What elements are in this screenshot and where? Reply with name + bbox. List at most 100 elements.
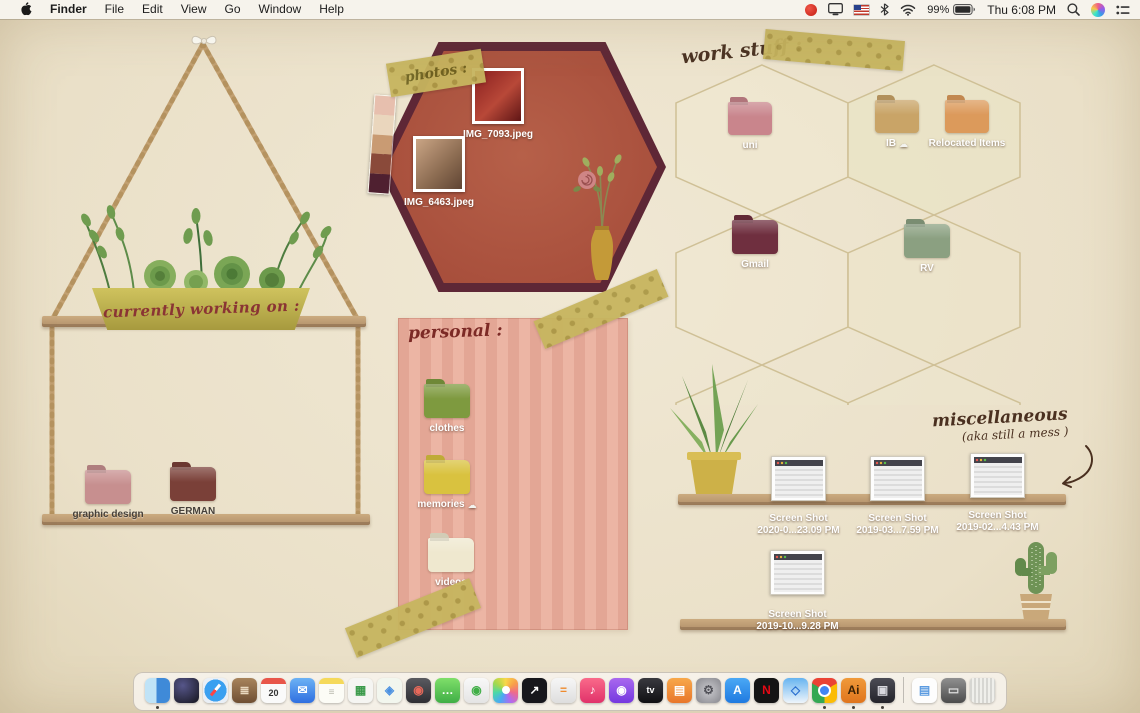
dock-siri-icon[interactable] — [173, 677, 200, 703]
wifi-icon[interactable] — [900, 4, 916, 16]
folder-icon — [732, 220, 778, 254]
dock-journal-icon[interactable]: ≣ — [231, 677, 258, 703]
dock-messages-icon[interactable]: … — [434, 677, 461, 703]
folder-memories[interactable]: memories ☁ — [397, 454, 497, 511]
dock-music-icon[interactable]: ♪ — [579, 677, 606, 703]
spotlight-icon[interactable] — [1067, 3, 1080, 16]
folder-icon — [875, 100, 919, 133]
file-label: Screen Shot 2019-02...4.43 PM — [956, 510, 1038, 534]
dock-trash-icon[interactable] — [969, 677, 996, 703]
folder-german[interactable]: GERMAN — [148, 461, 238, 518]
file-img-6463[interactable]: IMG_6463.jpeg — [392, 136, 486, 209]
menu-status-area: 99% Thu 6:08 PM — [805, 2, 1130, 17]
folder-clothes[interactable]: clothes — [397, 378, 497, 435]
folder-label-text: IB — [886, 138, 896, 149]
dock-photos-icon[interactable] — [492, 677, 519, 703]
icloud-icon: ☁ — [467, 499, 477, 510]
file-screenshot-2[interactable]: Screen Shot 2019-03...7.59 PM — [850, 456, 945, 537]
folder-relocated-items[interactable]: Relocated Items — [917, 94, 1017, 150]
folder-label: memories ☁ — [417, 499, 476, 511]
folder-icon — [85, 470, 131, 504]
folder-label: Relocated Items — [928, 138, 1006, 149]
dock-pages-document-icon[interactable]: ▤ — [911, 677, 938, 703]
red-app-menu-icon[interactable] — [805, 3, 818, 16]
siri-icon[interactable] — [1091, 2, 1105, 17]
battery-status[interactable]: 99% — [927, 4, 976, 16]
dock-safari-icon[interactable] — [202, 677, 229, 703]
dock-finder-icon[interactable] — [144, 677, 171, 709]
file-label-line: 2019-02...4.43 PM — [956, 522, 1039, 533]
menu-edit[interactable]: Edit — [133, 0, 172, 19]
dock-blue-doc-app-icon[interactable]: ◇ — [782, 677, 809, 703]
dock-minimized-window-icon[interactable]: ▭ — [940, 677, 967, 703]
dock-photo-booth-icon[interactable]: ◉ — [405, 677, 432, 703]
file-screenshot-4[interactable]: Screen Shot 2019-10...9.28 PM — [750, 550, 845, 633]
dock-facetime-icon[interactable]: ◉ — [463, 677, 490, 703]
folder-uni[interactable]: uni — [705, 96, 795, 152]
menu-clock[interactable]: Thu 6:08 PM — [987, 3, 1056, 17]
screenshot-thumbnail — [771, 456, 826, 501]
app-menu-finder[interactable]: Finder — [41, 0, 96, 19]
bluetooth-icon[interactable] — [880, 3, 889, 16]
folder-graphic-design[interactable]: graphic design — [62, 464, 154, 521]
dock-notes-icon[interactable]: ≡ — [318, 677, 345, 703]
folder-icon — [904, 224, 950, 258]
screenshot-thumbnail — [770, 550, 825, 595]
arrow-doodle-icon — [1062, 445, 1093, 488]
dock-numbers-icon[interactable]: ▦ — [347, 677, 374, 703]
folder-label: GERMAN — [170, 506, 216, 517]
screenshot-thumbnail — [970, 453, 1025, 498]
file-screenshot-1[interactable]: Screen Shot 2020-0...23.09 PM — [751, 456, 846, 537]
folder-icon — [945, 100, 989, 133]
folder-icon — [424, 384, 470, 418]
dock-illustrator-icon[interactable]: Ai — [840, 677, 867, 709]
display-menu-icon[interactable] — [828, 3, 844, 16]
dock-system-preferences-icon[interactable]: ⚙ — [695, 677, 722, 703]
file-screenshot-3[interactable]: Screen Shot 2019-02...4.43 PM — [950, 453, 1045, 534]
dock-books-icon[interactable]: ▤ — [666, 677, 693, 703]
dock-maps-icon[interactable]: ◈ — [376, 677, 403, 703]
menu-file[interactable]: File — [96, 0, 133, 19]
plants-decoration — [81, 205, 332, 294]
dock-divider — [903, 677, 904, 703]
dock: ≣ 20 ✉ ≡ ▦ ◈ ◉… ◉ ↗ = ♪ ◉ tv ▤ ⚙ A N ◇ Ai ▣ ▤ ▭ — [133, 672, 1007, 711]
apple-menu-icon[interactable] — [10, 2, 41, 17]
folder-label: uni — [742, 140, 758, 151]
file-label-line: 2019-10...9.28 PM — [756, 621, 839, 632]
aloe-plant-decoration — [670, 364, 758, 494]
battery-percent: 99% — [927, 3, 950, 16]
menu-help[interactable]: Help — [310, 0, 353, 19]
file-label: Screen Shot 2019-10...9.28 PM — [756, 609, 838, 633]
planter-banner: currently working on : — [92, 288, 310, 330]
personal-heading: personal : — [407, 320, 503, 344]
misc-heading: miscellaneous (aka still a mess ) — [925, 404, 1069, 445]
file-label-line: Screen Shot — [769, 513, 828, 524]
folder-rv[interactable]: RV — [882, 218, 972, 275]
file-label-line: Screen Shot — [868, 513, 927, 524]
dock-tv-icon[interactable]: tv — [637, 677, 664, 703]
menu-view[interactable]: View — [172, 0, 216, 19]
folder-videos[interactable]: videos — [401, 532, 501, 589]
dock-screenshot-utility-icon[interactable]: ▣ — [869, 677, 896, 709]
folder-icon — [728, 102, 772, 135]
battery-icon — [953, 4, 976, 15]
folder-label: graphic design — [72, 509, 144, 520]
control-center-icon[interactable] — [1116, 5, 1130, 15]
folder-gmail[interactable]: Gmail — [710, 214, 800, 271]
input-source-flag-icon[interactable] — [854, 4, 870, 15]
dock-podcasts-icon[interactable]: ◉ — [608, 677, 635, 703]
dock-calculator-icon[interactable]: = — [550, 677, 577, 703]
menu-go[interactable]: Go — [216, 0, 250, 19]
icloud-icon: ☁ — [899, 138, 908, 149]
dock-netflix-icon[interactable]: N — [753, 677, 780, 703]
folder-label: Gmail — [741, 259, 769, 270]
dock-calendar-icon[interactable]: 20 — [260, 677, 287, 703]
dock-mail-icon[interactable]: ✉ — [289, 677, 316, 703]
menu-window[interactable]: Window — [250, 0, 311, 19]
cactus-decoration — [1015, 542, 1057, 620]
file-label-line: Screen Shot — [968, 510, 1027, 521]
dock-app-store-icon[interactable]: A — [724, 677, 751, 703]
dock-chrome-icon[interactable] — [811, 677, 838, 709]
rose-doodle-icon — [573, 171, 601, 192]
dock-stocks-icon[interactable]: ↗ — [521, 677, 548, 703]
